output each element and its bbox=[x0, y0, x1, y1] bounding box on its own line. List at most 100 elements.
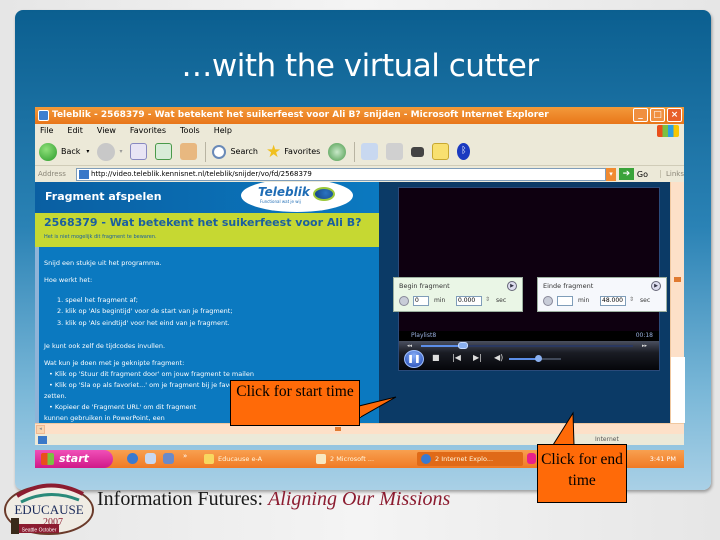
step-2: 2. klik op 'Als begintijd' voor de start… bbox=[57, 307, 233, 315]
start-label: start bbox=[59, 452, 89, 465]
toolbar-separator bbox=[354, 141, 356, 162]
task-microsoft[interactable]: 2 Microsoft ... bbox=[312, 452, 412, 466]
volume-slider[interactable] bbox=[509, 355, 561, 362]
fragment-subtitle: Het is niet mogelijk dit fragment te bew… bbox=[44, 234, 157, 240]
vertical-scrollbar[interactable] bbox=[670, 182, 685, 423]
menu-tools[interactable]: Tools bbox=[180, 124, 200, 138]
set-begin-time-button[interactable] bbox=[399, 296, 409, 306]
play-end-icon[interactable]: ▶ bbox=[651, 281, 661, 291]
bullet-favorite-cont: zetten. bbox=[44, 392, 67, 400]
minimize-button[interactable]: _ bbox=[633, 108, 648, 122]
refresh-icon[interactable] bbox=[155, 143, 173, 160]
task-internet-explorer[interactable]: 2 Internet Explo... bbox=[417, 452, 523, 466]
menu-file[interactable]: File bbox=[40, 124, 53, 138]
mail-icon[interactable] bbox=[361, 143, 379, 160]
begin-min-input[interactable]: 0 bbox=[413, 296, 429, 306]
chevron-down-icon: ▾ bbox=[86, 148, 90, 155]
chevron-down-icon: ▾ bbox=[119, 148, 123, 155]
address-input[interactable]: http://video.teleblik.kennisnet.nl/teleb… bbox=[75, 167, 606, 181]
go-button[interactable]: ➔ Go bbox=[618, 168, 649, 180]
search-button[interactable]: Search bbox=[212, 144, 258, 159]
logo-year: 2007 bbox=[43, 517, 63, 528]
stop-icon[interactable]: ■ bbox=[432, 354, 440, 362]
footer-tagline: Information Futures: Aligning Our Missio… bbox=[97, 488, 450, 511]
forward-arrow-icon bbox=[97, 142, 116, 161]
what-title: Wat kun je doen met je geknipte fragment… bbox=[44, 359, 185, 367]
task-label: 2 Internet Explo... bbox=[435, 455, 494, 463]
folder-icon bbox=[204, 454, 214, 464]
fast-forward-icon[interactable]: ▸▸ bbox=[642, 342, 647, 350]
pause-button[interactable]: ❚❚ bbox=[404, 350, 424, 368]
page-status-icon bbox=[38, 435, 47, 444]
maximize-button[interactable]: □ bbox=[650, 108, 665, 122]
play-begin-icon[interactable]: ▶ bbox=[507, 281, 517, 291]
address-bar: Address http://video.teleblik.kennisnet.… bbox=[35, 166, 684, 182]
close-button[interactable]: × bbox=[667, 108, 682, 122]
teleblik-mascot-icon bbox=[313, 187, 335, 201]
next-icon[interactable]: ▶| bbox=[473, 354, 482, 362]
ie-quicklaunch-icon[interactable] bbox=[127, 453, 138, 464]
task-label: 2 Microsoft ... bbox=[330, 455, 375, 463]
window-title: Teleblik - 2568379 - Wat betekent het su… bbox=[52, 110, 549, 120]
teleblik-logo-text: Teleblik bbox=[258, 185, 310, 199]
ie-icon bbox=[38, 110, 49, 121]
tray-icon[interactable] bbox=[527, 453, 536, 464]
end-time-callout: Click for end time bbox=[537, 444, 627, 503]
begin-sec-input[interactable]: 0.000 bbox=[456, 296, 482, 306]
footer-emphasis: Aligning Our Missions bbox=[268, 488, 451, 510]
rewind-icon[interactable]: ◂◂ bbox=[407, 342, 412, 350]
end-sec-spinner[interactable]: ⇕ bbox=[629, 296, 634, 303]
search-icon bbox=[212, 144, 227, 159]
back-arrow-icon bbox=[39, 142, 57, 161]
desktop-quicklaunch-icon[interactable] bbox=[145, 453, 156, 464]
logo-city: Seattle October bbox=[22, 528, 57, 534]
back-button[interactable]: Back ▾ bbox=[39, 142, 90, 161]
end-sec-label: sec bbox=[640, 297, 651, 304]
menu-help[interactable]: Help bbox=[214, 124, 232, 138]
star-icon: ★ bbox=[265, 141, 282, 162]
print-icon[interactable] bbox=[386, 143, 404, 160]
edit-icon[interactable] bbox=[411, 146, 425, 157]
previous-icon[interactable]: |◀ bbox=[452, 354, 461, 362]
chevron-more-icon[interactable]: » bbox=[183, 452, 187, 460]
scroll-left-button[interactable]: ◂ bbox=[36, 425, 45, 434]
menu-view[interactable]: View bbox=[97, 124, 116, 138]
task-educause[interactable]: Educause e-A bbox=[200, 452, 308, 466]
end-min-input[interactable] bbox=[557, 296, 573, 306]
begin-sec-spinner[interactable]: ⇕ bbox=[485, 296, 490, 303]
history-icon[interactable] bbox=[328, 142, 347, 161]
vertical-scroll-thumb[interactable] bbox=[674, 277, 681, 282]
volume-icon[interactable]: ◀) bbox=[494, 354, 503, 362]
player-controls: ◂◂ ▸▸ ❚❚ ■ |◀ ▶| ◀) bbox=[399, 341, 659, 370]
address-dropdown-icon[interactable]: ▾ bbox=[605, 167, 616, 181]
notes-icon[interactable] bbox=[432, 143, 450, 160]
bullet-mail: • Klik op 'Stuur dit fragment door' om j… bbox=[49, 370, 254, 378]
horizontal-scroll-thumb[interactable] bbox=[335, 427, 341, 431]
media-quicklaunch-icon[interactable] bbox=[163, 453, 174, 464]
favorites-button[interactable]: ★ Favorites bbox=[266, 142, 320, 162]
back-label: Back bbox=[61, 147, 81, 156]
powerpoint-icon bbox=[316, 454, 326, 464]
seek-slider[interactable] bbox=[421, 342, 633, 349]
set-end-time-button[interactable] bbox=[543, 296, 553, 306]
menu-edit[interactable]: Edit bbox=[67, 124, 83, 138]
volume-handle[interactable] bbox=[534, 355, 542, 362]
address-label: Address bbox=[38, 170, 66, 178]
start-button[interactable]: start bbox=[35, 450, 113, 468]
bluetooth-icon[interactable]: ᛒ bbox=[457, 143, 471, 160]
seek-handle[interactable] bbox=[458, 342, 469, 349]
home-icon[interactable] bbox=[180, 143, 198, 160]
go-label: Go bbox=[636, 169, 649, 179]
begin-fragment-box: Begin fragment ▶ 0 min 0.000 ⇕ sec bbox=[393, 277, 523, 312]
step-1: 1. speel het fragment af; bbox=[57, 296, 138, 304]
links-button[interactable]: Links bbox=[660, 170, 684, 178]
browser-titlebar[interactable]: Teleblik - 2568379 - Wat betekent het su… bbox=[35, 107, 684, 124]
begin-sec-label: sec bbox=[496, 297, 507, 304]
player-status: Playlist8 bbox=[411, 332, 437, 339]
end-sec-input[interactable]: 48.000 bbox=[600, 296, 626, 306]
bullet-url-cont: kunnen gebruiken in PowerPoint, een bbox=[44, 414, 165, 422]
how-title: Hoe werkt het: bbox=[44, 276, 93, 284]
stop-icon[interactable] bbox=[130, 143, 148, 160]
forward-button[interactable]: ▾ bbox=[97, 142, 123, 161]
menu-favorites[interactable]: Favorites bbox=[130, 124, 166, 138]
